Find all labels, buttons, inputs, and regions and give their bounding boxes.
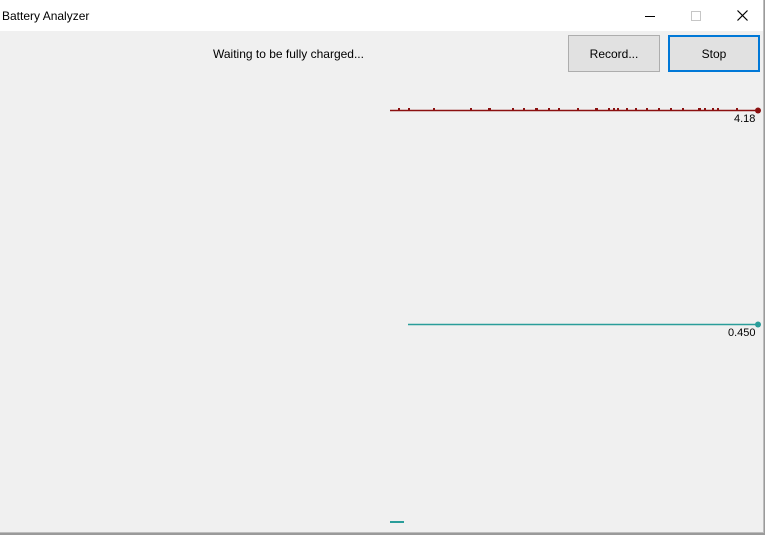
voltage-trace: [390, 107, 761, 114]
voltage-readout: 4.18: [734, 113, 756, 125]
current-readout: 0.450: [728, 327, 756, 339]
current-end-marker: [755, 321, 761, 328]
app-window: Battery Analyzer Waiting to be fully cha…: [0, 0, 764, 533]
voltage-noise-spikes: [398, 108, 738, 110]
plot-cursor-marker: [390, 521, 404, 523]
live-trace-plot: [390, 107, 761, 328]
voltage-end-marker: [755, 107, 761, 114]
current-trace: [408, 321, 761, 328]
